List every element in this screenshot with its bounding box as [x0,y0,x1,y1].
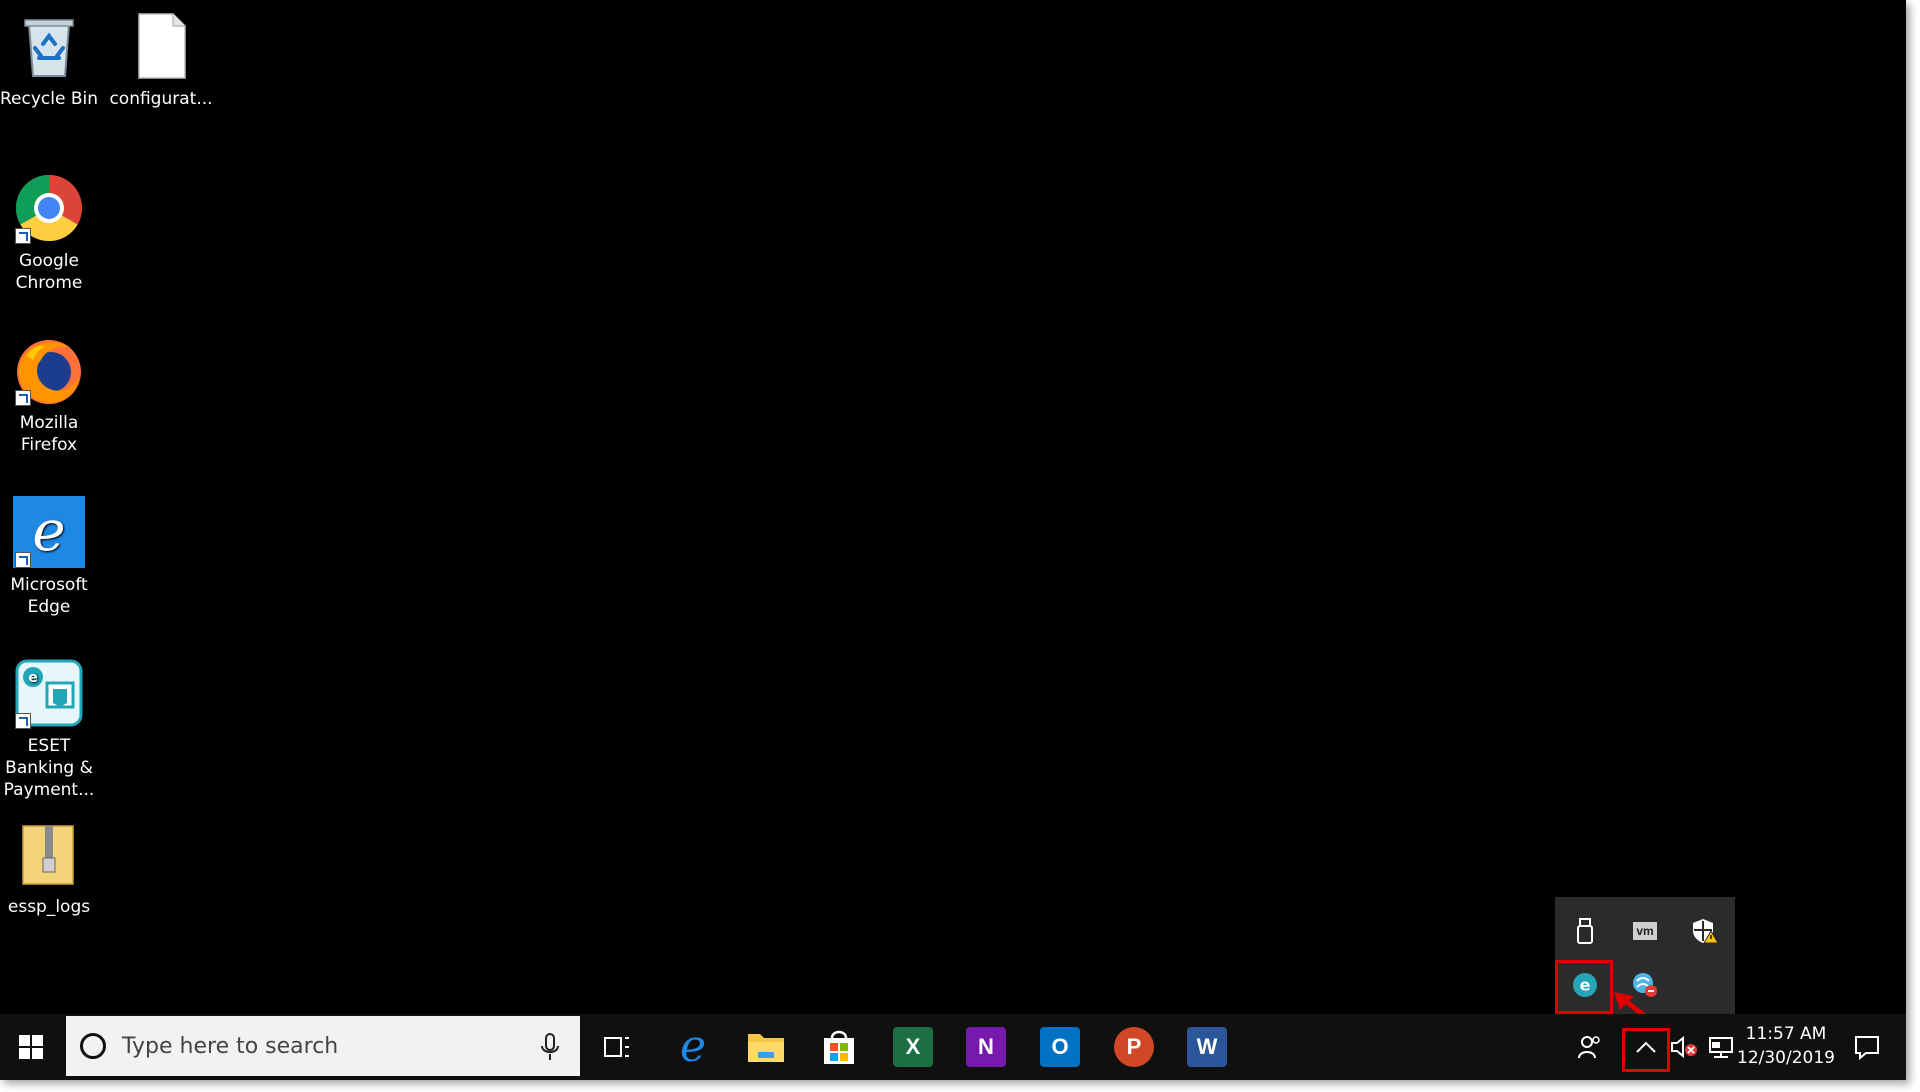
notification-icon [1855,1036,1879,1060]
firefox-icon [13,334,85,406]
desktop-screen: Recycle Bin configurat... Google Chrome … [0,0,1906,1080]
chevron-highlight [1622,1028,1670,1072]
powerpoint-icon: P [1114,1027,1154,1067]
shortcut-arrow-icon [15,390,31,406]
search-input[interactable]: Type here to search [66,1016,580,1076]
action-center-button[interactable] [1838,1014,1896,1080]
desktop-icon-configuration-file[interactable]: configurat... [105,10,217,110]
task-view-icon [604,1037,629,1057]
edge-icon: e [680,1027,706,1067]
desktop-icon-label: Recycle Bin [0,89,98,109]
taskbar-edge-button[interactable]: e [664,1014,722,1080]
desktop-icon-microsoft-edge[interactable]: e Microsoft Edge [0,496,105,618]
onenote-icon: N [966,1027,1006,1067]
taskbar-word-button[interactable]: W [1178,1014,1236,1080]
svg-text:e: e [28,670,38,686]
word-icon: W [1187,1027,1227,1067]
windows-logo-icon [19,1035,43,1059]
svg-text:e: e [32,499,65,564]
shortcut-arrow-icon [15,228,31,244]
folder-icon [748,1034,784,1062]
file-icon [125,10,197,82]
eset-banking-icon: e [13,657,85,729]
desktop-icon-label: configurat... [109,89,213,109]
vmware-label: vm [1633,922,1657,940]
search-placeholder: Type here to search [122,1033,339,1059]
volume-button[interactable] [1666,1014,1702,1080]
people-button[interactable] [1566,1014,1614,1080]
shortcut-arrow-icon [15,713,31,729]
chrome-icon [13,172,85,244]
svg-text:e: e [680,1027,706,1067]
network-button[interactable] [1704,1014,1740,1080]
taskbar-onenote-button[interactable]: N [957,1014,1015,1080]
network-icon [1709,1037,1733,1058]
start-button[interactable] [0,1014,62,1080]
microphone-icon[interactable] [540,1032,560,1062]
taskbar-outlook-button[interactable]: O [1031,1014,1089,1080]
eset-icon-highlight [1555,960,1613,1014]
clock-date: 12/30/2019 [1737,1048,1835,1068]
outlook-icon: O [1040,1027,1080,1067]
vmware-icon[interactable]: vm [1617,905,1673,957]
taskbar-powerpoint-button[interactable]: P [1105,1014,1163,1080]
desktop-icon-label: Mozilla Firefox [19,413,79,455]
desktop-icon-eset-banking[interactable]: e ESET Banking & Payment... [0,657,105,801]
people-icon [1578,1036,1600,1059]
desktop-icon-recycle-bin[interactable]: Recycle Bin [0,10,105,110]
task-view-button[interactable] [588,1014,646,1080]
clock[interactable]: 11:57 AM 12/30/2019 [1736,1022,1836,1070]
taskbar: Type here to search e X N O P W 11:57 AM… [0,1014,1906,1080]
store-icon [824,1030,854,1064]
zip-folder-icon [13,818,85,890]
excel-icon: X [893,1027,933,1067]
clock-time: 11:57 AM [1745,1024,1827,1044]
desktop-icon-label: essp_logs [7,897,91,917]
desktop-icon-label: Microsoft Edge [10,575,88,617]
shortcut-arrow-icon [15,552,31,568]
recycle-bin-icon [13,10,85,82]
usb-drive-icon[interactable] [1557,905,1613,957]
cortana-icon [80,1033,106,1059]
desktop-icon-google-chrome[interactable]: Google Chrome [0,172,105,294]
taskbar-store-button[interactable] [810,1014,868,1080]
desktop-icon-label: Google Chrome [15,251,83,293]
security-warning-icon[interactable] [1677,905,1733,957]
desktop-icon-essp-logs[interactable]: essp_logs [0,818,105,918]
desktop-icon-mozilla-firefox[interactable]: Mozilla Firefox [0,334,105,456]
taskbar-file-explorer-button[interactable] [737,1014,795,1080]
taskbar-excel-button[interactable]: X [884,1014,942,1080]
desktop-icon-label: ESET Banking & Payment... [3,736,95,800]
volume-muted-icon [1671,1035,1697,1059]
edge-icon: e [13,496,85,568]
